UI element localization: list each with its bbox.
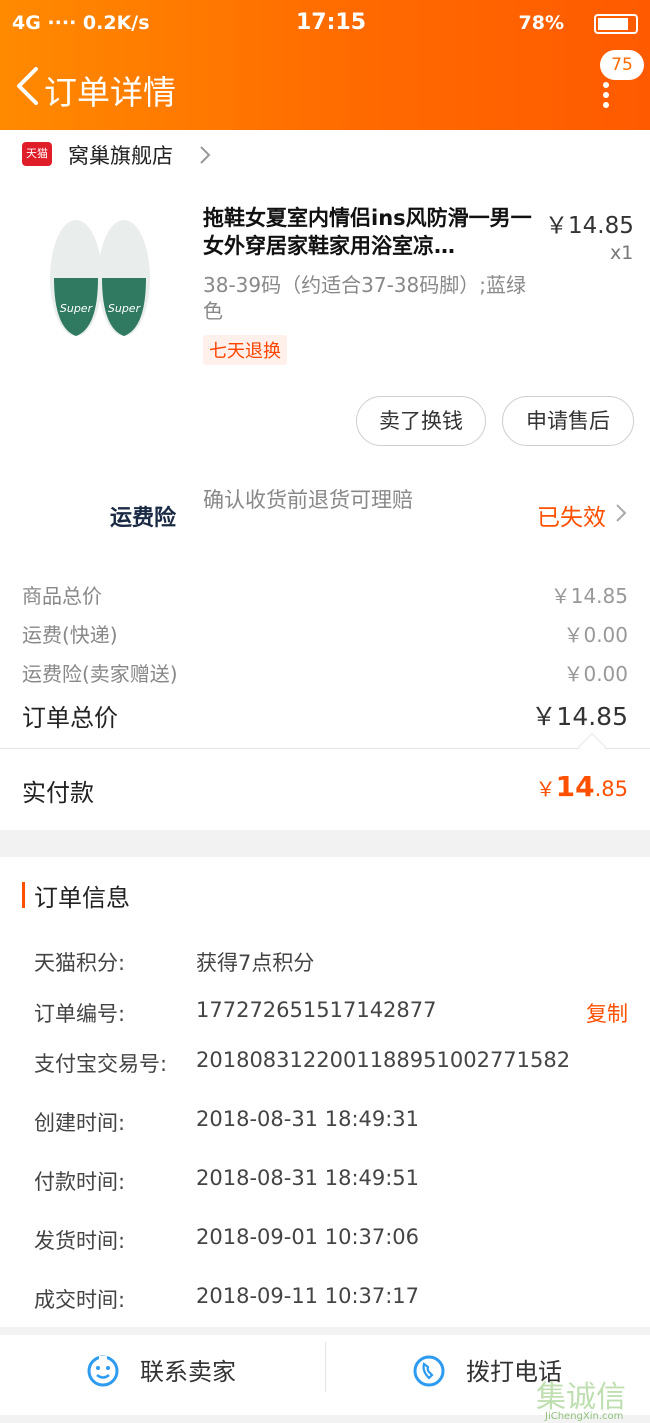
status-bar: 4G ∙∙∙∙ 0.2K/s 17:15 78% (0, 8, 650, 40)
goods-total-value: ￥14.85 (550, 584, 628, 608)
chat-smile-icon (87, 1355, 119, 1387)
header-bar: 4G ∙∙∙∙ 0.2K/s 17:15 78% 订单详情 75 (0, 0, 650, 130)
chevron-right-icon (200, 146, 211, 164)
watermark-url: JiChengXin.com (545, 1411, 624, 1422)
divider (325, 1342, 326, 1392)
more-options-icon[interactable] (602, 80, 610, 108)
message-count-badge[interactable]: 75 (600, 50, 644, 80)
tmall-logo-icon: 天猫 (22, 142, 52, 166)
product-image-brand-right: Super (108, 302, 142, 315)
paid-time-value: 2018-08-31 18:49:51 (196, 1166, 420, 1190)
product-quantity: x1 (610, 242, 634, 264)
order-number-key: 订单编号: (34, 1002, 126, 1026)
order-number-value: 177272651517142877 (196, 998, 437, 1022)
divider (0, 748, 650, 749)
status-time: 17:15 (296, 10, 367, 35)
shipping-fee-value: ￥0.00 (563, 623, 628, 647)
completed-time-value: 2018-09-11 10:37:17 (196, 1284, 420, 1308)
battery-icon (594, 14, 638, 34)
paid-amount-value: ￥14.85 (536, 770, 628, 803)
watermark-logo: 集诚信 (536, 1380, 626, 1415)
product-image[interactable]: Super Super (40, 218, 160, 348)
return-policy-tag: 七天退换 (203, 335, 287, 365)
shipping-insurance-label: 运费险 (110, 506, 177, 531)
resell-button[interactable]: 卖了换钱 (356, 396, 486, 446)
back-arrow-icon[interactable] (14, 66, 40, 106)
status-network: 4G ∙∙∙∙ 0.2K/s (12, 12, 150, 34)
contact-seller-label: 联系卖家 (140, 1358, 236, 1386)
product-sku: 38-39码（约适合37-38码脚）;蓝绿色 (203, 273, 526, 323)
product-title[interactable]: 拖鞋女夏室内情侣ins风防滑一男一女外穿居家鞋家用浴室凉… (203, 204, 533, 260)
tmall-points-key: 天猫积分: (34, 951, 126, 975)
product-price: ￥14.85 (545, 213, 634, 239)
alipay-trade-no-value: 2018083122001188951002771582 (196, 1048, 571, 1072)
order-total-label: 订单总价 (22, 704, 118, 732)
shipping-insurance-desc: 确认收货前退货可理赔 (203, 488, 413, 512)
after-sale-button[interactable]: 申请售后 (502, 396, 634, 446)
paid-decimal: .85 (594, 777, 628, 801)
chevron-right-icon[interactable] (614, 502, 628, 524)
phone-icon (413, 1355, 445, 1387)
tmall-points-value: 获得7点积分 (196, 951, 315, 975)
goods-total-label: 商品总价 (22, 584, 102, 608)
product-image-brand-left: Super (60, 302, 94, 315)
insurance-fee-value: ￥0.00 (563, 662, 628, 686)
order-info-title: 订单信息 (34, 884, 130, 912)
shipping-insurance-status[interactable]: 已失效 (537, 498, 606, 532)
paid-amount-label: 实付款 (22, 779, 94, 807)
order-total-value: ￥14.85 (531, 702, 628, 731)
completed-time-key: 成交时间: (34, 1288, 126, 1312)
insurance-fee-label: 运费险(卖家赠送) (22, 662, 178, 686)
paid-integer: 14 (555, 770, 595, 803)
paid-time-key: 付款时间: (34, 1170, 126, 1194)
order-info-card (0, 857, 650, 1327)
shipped-time-value: 2018-09-01 10:37:06 (196, 1225, 420, 1249)
created-time-key: 创建时间: (34, 1111, 126, 1135)
shipping-fee-label: 运费(快递) (22, 623, 118, 647)
shipped-time-key: 发货时间: (34, 1229, 126, 1253)
page-title: 订单详情 (44, 73, 176, 112)
section-accent-bar (22, 882, 25, 908)
shop-name: 窝巢旗舰店 (68, 144, 173, 168)
alipay-trade-no-key: 支付宝交易号: (34, 1052, 168, 1076)
copy-order-number-button[interactable]: 复制 (586, 998, 628, 1028)
created-time-value: 2018-08-31 18:49:31 (196, 1107, 420, 1131)
status-battery-percent: 78% (518, 12, 564, 34)
paid-currency: ￥ (535, 777, 556, 801)
